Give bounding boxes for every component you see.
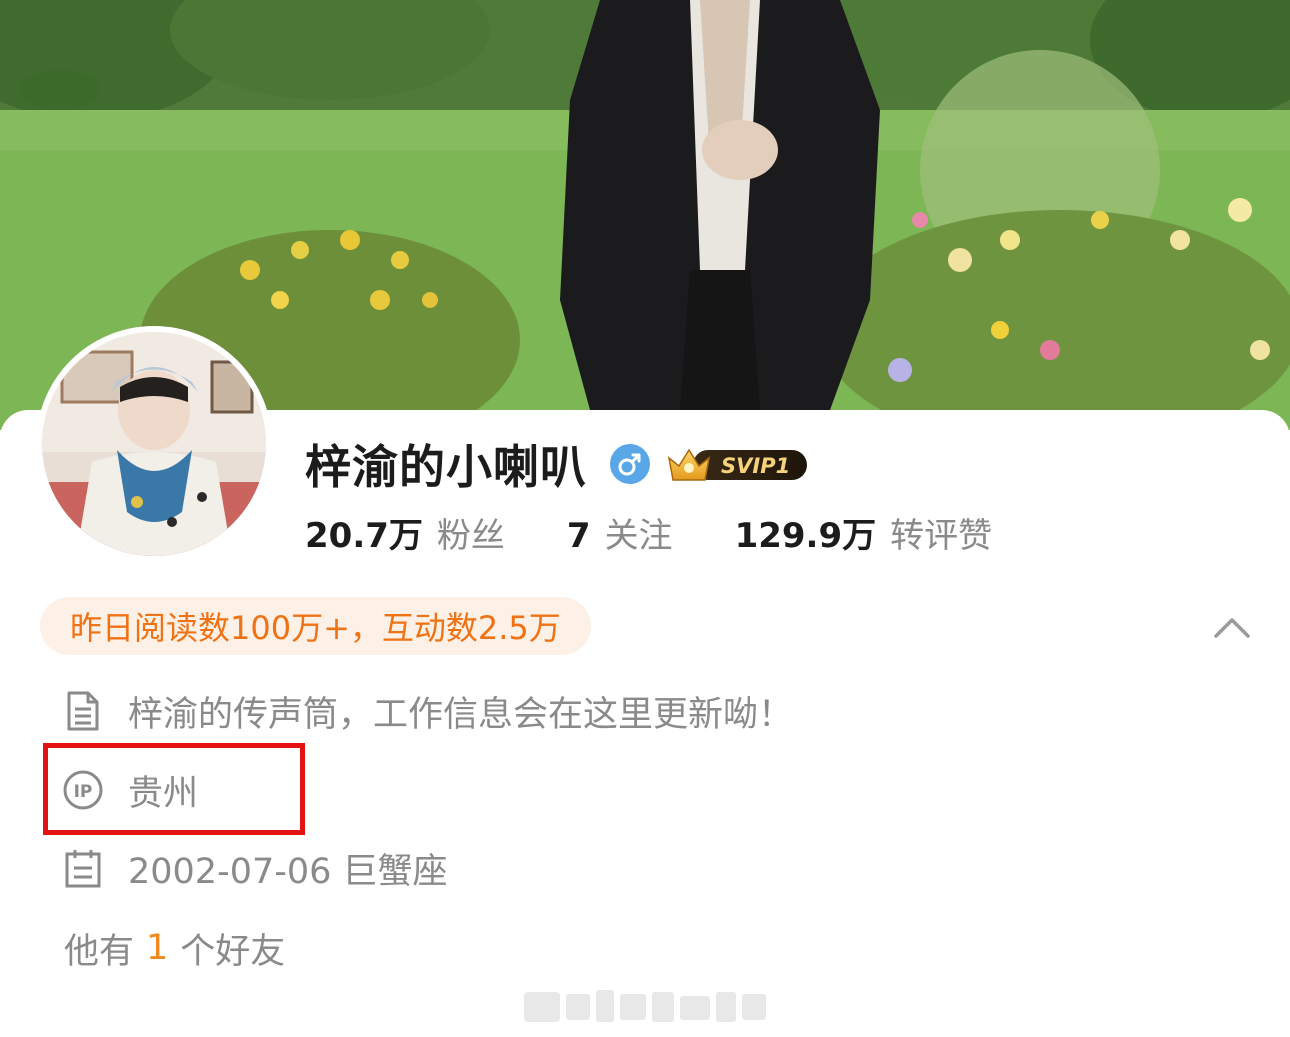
stat-followers[interactable]: 20.7万 粉丝	[305, 508, 505, 557]
bio-row: 梓渝的传声筒，工作信息会在这里更新呦！	[62, 687, 793, 735]
stat-reposts-label: 转评赞	[890, 515, 993, 556]
birthday-text: 2002-07-06 巨蟹座	[128, 851, 448, 892]
male-symbol-icon	[609, 443, 651, 485]
profile-name[interactable]: 梓渝的小喇叭	[305, 431, 587, 497]
stat-reposts[interactable]: 129.9万 转评赞	[735, 508, 993, 557]
friends-row[interactable]: 他有 1 个好友	[64, 924, 285, 972]
avatar[interactable]	[36, 326, 272, 562]
stat-following-value: 7	[566, 515, 591, 556]
document-icon	[62, 690, 104, 732]
stat-following[interactable]: 7 关注	[567, 508, 673, 557]
svip-badge-label: SVIP1	[721, 454, 790, 478]
friends-suffix: 个好友	[180, 931, 286, 972]
bio-text: 梓渝的传声筒，工作信息会在这里更新呦！	[128, 694, 794, 735]
chevron-up-icon[interactable]	[1210, 612, 1254, 642]
svip-badge[interactable]: SVIP1	[665, 442, 811, 486]
friends-count: 1	[146, 928, 169, 968]
highlight-annotation-box	[43, 743, 305, 835]
watermark	[520, 988, 770, 1026]
avatar-image	[42, 332, 266, 556]
profile-name-row: 梓渝的小喇叭 SVIP1	[305, 432, 811, 496]
profile-stats: 20.7万 粉丝 7 关注 129.9万 转评赞	[305, 506, 1054, 558]
calendar-icon	[62, 847, 104, 889]
friends-prefix: 他有	[64, 931, 135, 972]
stat-followers-label: 粉丝	[436, 515, 505, 556]
reading-stats-pill[interactable]: 昨日阅读数100万+，互动数2.5万	[40, 597, 591, 655]
birthday-row: 2002-07-06 巨蟹座	[62, 844, 448, 892]
stat-followers-value: 20.7万	[305, 515, 423, 556]
stat-following-label: 关注	[604, 515, 673, 556]
stat-reposts-value: 129.9万	[734, 515, 877, 556]
